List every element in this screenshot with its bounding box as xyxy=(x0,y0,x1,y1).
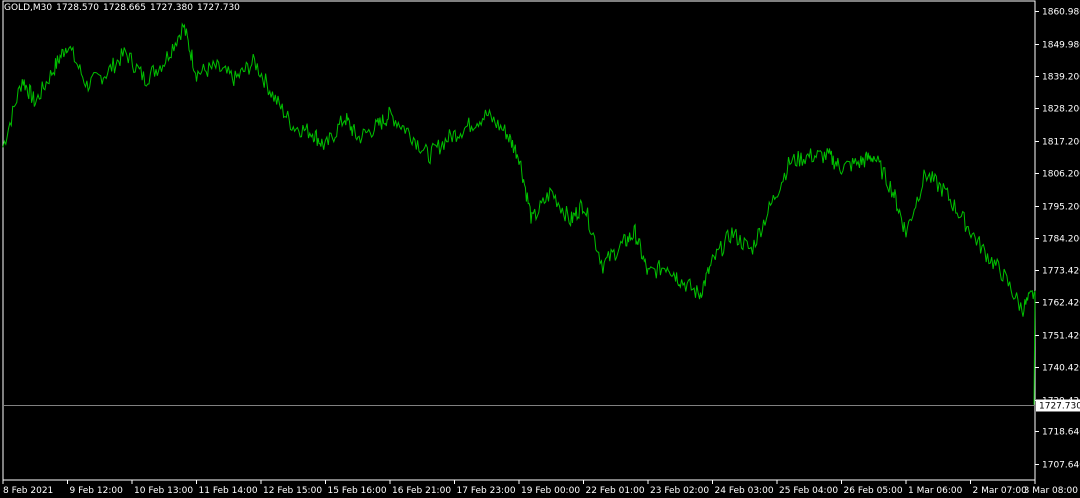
price-line-series xyxy=(2,22,1036,405)
x-tick-label: 17 Feb 23:00 xyxy=(457,486,516,496)
x-tick-label: 23 Feb 02:00 xyxy=(650,486,709,496)
y-tick-label: 1839.200 xyxy=(1042,73,1080,83)
chart-area[interactable]: GOLD,M30 1728.570 1728.665 1727.380 1727.730… xyxy=(0,0,1080,498)
x-tick-label: 10 Feb 13:00 xyxy=(134,486,193,496)
y-tick-label: 1784.200 xyxy=(1042,235,1080,245)
y-tick-label: 1707.640 xyxy=(1042,461,1080,471)
x-tick-label: 2 Mar 07:00 xyxy=(973,486,1028,496)
y-tick-label: 1828.200 xyxy=(1042,105,1080,115)
x-tick-label: 22 Feb 01:00 xyxy=(586,486,645,496)
y-tick-label: 1740.420 xyxy=(1042,364,1080,374)
y-tick-label: 1718.640 xyxy=(1042,428,1080,438)
x-tick-label: 11 Feb 14:00 xyxy=(199,486,258,496)
x-tick-label: 15 Feb 16:00 xyxy=(328,486,387,496)
y-tick-label: 1806.200 xyxy=(1042,170,1080,180)
y-tick-label: 1817.200 xyxy=(1042,138,1080,148)
current-price-label: 1727.730 xyxy=(1039,402,1080,412)
x-tick-label: 8 Feb 2021 xyxy=(3,486,53,496)
x-tick-label: 26 Feb 05:00 xyxy=(844,486,903,496)
x-tick-label: 1 Mar 06:00 xyxy=(908,486,963,496)
x-tick-label: 3 Mar 08:00 xyxy=(1024,486,1079,496)
price-chart[interactable]: 1860.980 1849.980 1839.200 1828.200 1817.200… xyxy=(0,0,1080,498)
y-tick-label: 1849.980 xyxy=(1042,41,1080,51)
x-tick-label: 12 Feb 15:00 xyxy=(263,486,322,496)
x-tick-label: 16 Feb 21:00 xyxy=(392,486,451,496)
x-tick-label: 25 Feb 04:00 xyxy=(779,486,838,496)
x-tick-label: 19 Feb 00:00 xyxy=(521,486,580,496)
y-tick-label: 1860.980 xyxy=(1042,8,1080,18)
x-tick-label: 9 Feb 12:00 xyxy=(70,486,124,496)
y-tick-label: 1773.420 xyxy=(1042,267,1080,277)
y-tick-label: 1762.420 xyxy=(1042,299,1080,309)
y-tick-label: 1751.420 xyxy=(1042,332,1080,342)
y-tick-label: 1795.200 xyxy=(1042,203,1080,213)
x-tick-label: 24 Feb 03:00 xyxy=(715,486,774,496)
